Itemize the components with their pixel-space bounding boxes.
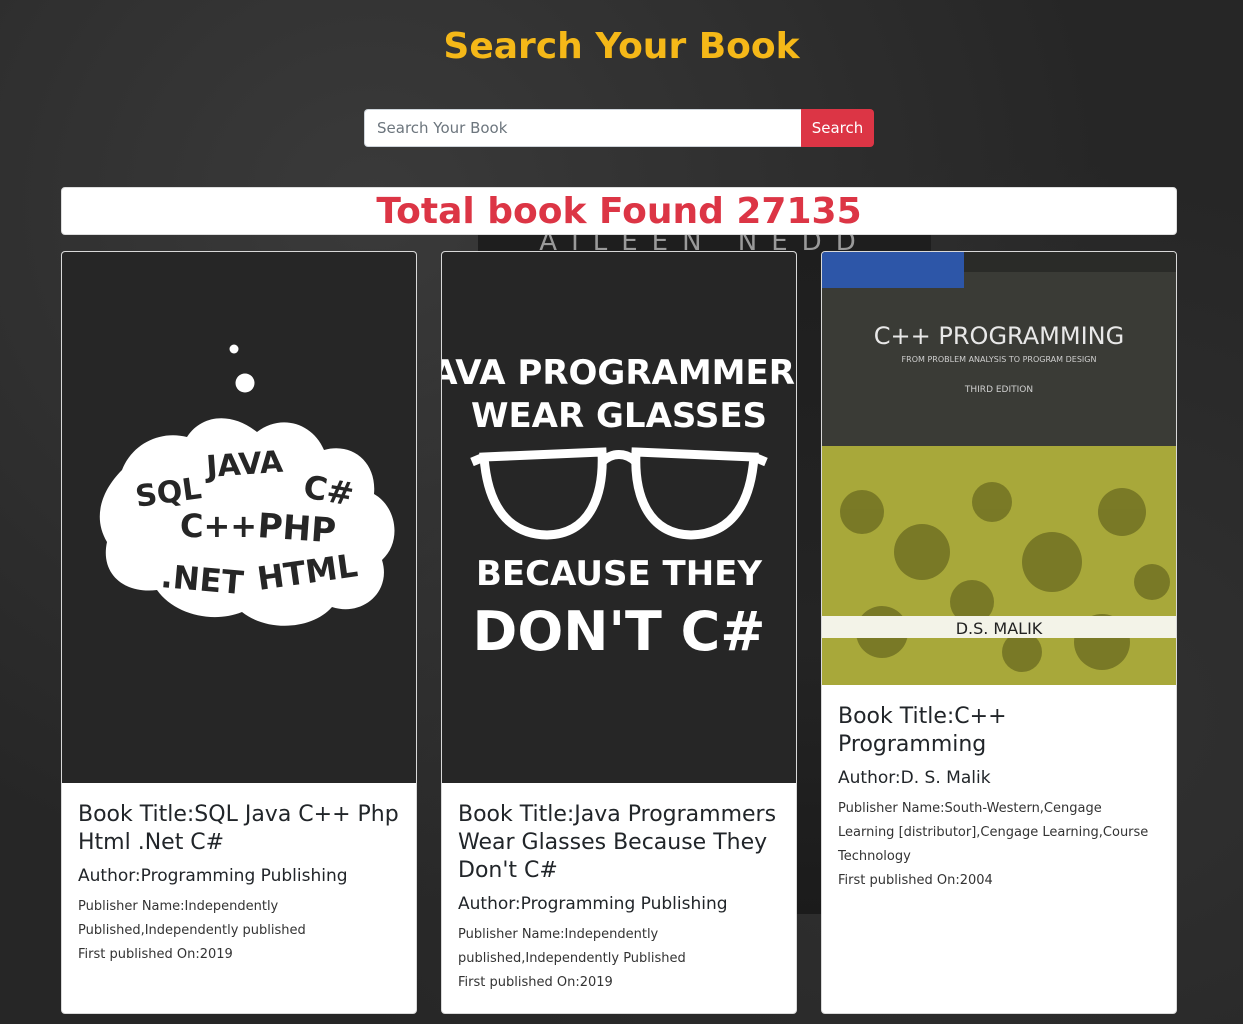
cover-line: JAVA PROGRAMMERS	[442, 353, 796, 393]
cover-line: WEAR GLASSES	[471, 396, 767, 436]
book-cover-image: D.S. MALIK C++ PROGRAMMING FROM PROBLEM …	[822, 252, 1176, 685]
cover-subtitle: FROM PROBLEM ANALYSIS TO PROGRAM DESIGN	[902, 355, 1097, 364]
cover-author: D.S. MALIK	[956, 619, 1043, 638]
book-publisher: Publisher Name:Independently Published,I…	[78, 899, 306, 938]
book-card-body: Book Title:C++ Programming Author:D. S. …	[822, 685, 1176, 893]
cover-word: C++	[180, 507, 257, 545]
page-title: Search Your Book	[443, 26, 800, 67]
book-first-published: First published On:2019	[458, 975, 613, 990]
search-form: Search	[364, 109, 874, 147]
search-button[interactable]: Search	[801, 109, 874, 147]
total-results-banner: Total book Found 27135	[61, 187, 1177, 235]
cover-word: JAVA	[203, 445, 285, 485]
book-card[interactable]: D.S. MALIK C++ PROGRAMMING FROM PROBLEM …	[821, 251, 1177, 1014]
cover-line: DON'T C#	[473, 600, 766, 663]
glasses-icon	[470, 447, 768, 540]
book-first-published: First published On:2004	[838, 873, 993, 888]
cover-edition: THIRD EDITION	[964, 385, 1033, 395]
book-cover-image: SQL JAVA C# C++ PHP .NET HTML	[62, 252, 416, 783]
book-card[interactable]: SQL JAVA C# C++ PHP .NET HTML Book Title…	[61, 251, 417, 1014]
book-title[interactable]: Book Title:C++ Programming	[838, 703, 1160, 759]
thought-cloud-cover-art: SQL JAVA C# C++ PHP .NET HTML	[99, 344, 395, 626]
book-title[interactable]: Book Title:Java Programmers Wear Glasses…	[458, 801, 780, 885]
cover-word: .NET	[159, 557, 245, 602]
search-input[interactable]	[364, 109, 801, 147]
book-author: Author:Programming Publishing	[78, 866, 348, 886]
cpp-programming-cover-art: D.S. MALIK C++ PROGRAMMING FROM PROBLEM …	[822, 252, 1176, 685]
cover-word: PHP	[256, 506, 337, 551]
book-card[interactable]: JAVA PROGRAMMERS WEAR GLASSES BECAUSE TH…	[441, 251, 797, 1014]
cover-line: BECAUSE THEY	[476, 554, 762, 594]
book-title[interactable]: Book Title:SQL Java C++ Php Html .Net C#	[78, 801, 400, 857]
book-card-body: Book Title:SQL Java C++ Php Html .Net C#…	[62, 783, 416, 967]
book-card-body: Book Title:Java Programmers Wear Glasses…	[442, 783, 796, 995]
glasses-cover-art: JAVA PROGRAMMERS WEAR GLASSES BECAUSE TH…	[442, 353, 796, 663]
book-author: Author:Programming Publishing	[458, 894, 728, 914]
book-first-published: First published On:2019	[78, 947, 233, 962]
cover-title: C++ PROGRAMMING	[874, 322, 1124, 350]
book-publisher: Publisher Name:South-Western,Cengage Lea…	[838, 801, 1149, 864]
book-cover-image: JAVA PROGRAMMERS WEAR GLASSES BECAUSE TH…	[442, 252, 796, 783]
book-publisher: Publisher Name:Independently published,I…	[458, 927, 686, 966]
book-author: Author:D. S. Malik	[838, 768, 991, 788]
